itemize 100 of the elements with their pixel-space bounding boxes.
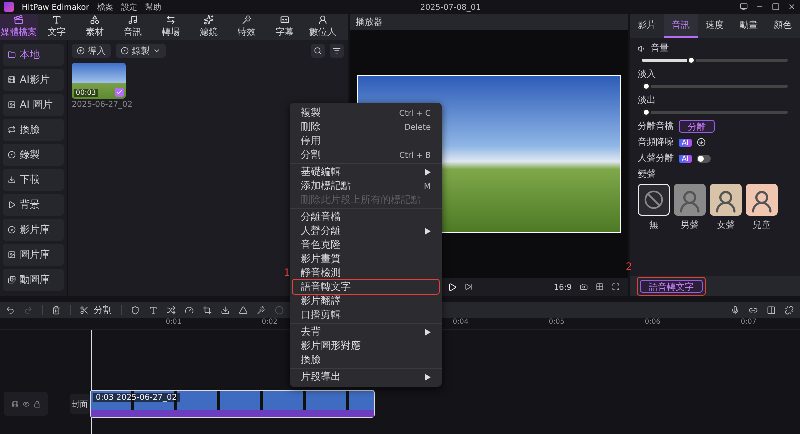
play-icon: [8, 201, 16, 209]
inspector-tab[interactable]: 速度: [698, 14, 732, 38]
inspector-tab[interactable]: 動畫: [732, 14, 766, 38]
eye-icon[interactable]: [22, 400, 30, 408]
wand-icon[interactable]: [257, 306, 266, 314]
search-button[interactable]: [311, 44, 325, 58]
menu-item[interactable]: 刪除 Delete: [293, 120, 439, 134]
caret-icon: [153, 47, 161, 55]
speech-to-text-button[interactable]: 語音轉文字: [640, 280, 703, 292]
trash-icon[interactable]: [52, 306, 61, 314]
menu-item[interactable]: 影片翻譯: [293, 294, 439, 308]
toolbar-tab[interactable]: 文字: [38, 14, 76, 40]
menu-item[interactable]: 去背: [293, 325, 439, 339]
menu-item[interactable]: 幫助: [145, 2, 162, 12]
lock-icon[interactable]: [34, 400, 40, 408]
shield-icon[interactable]: [131, 306, 140, 314]
sidebar-item[interactable]: 圖片庫: [3, 244, 64, 266]
camera-icon[interactable]: [580, 283, 588, 291]
setting-label: 分離音檔: [638, 120, 674, 133]
voice-option[interactable]: [638, 184, 670, 216]
menu-item[interactable]: 影片畫質: [293, 252, 439, 266]
section-label: 變聲: [638, 168, 657, 181]
split-label[interactable]: 分割: [94, 304, 112, 316]
music-icon: [128, 15, 138, 25]
menu-item[interactable]: 片段導出: [293, 370, 439, 384]
grid-icon[interactable]: [596, 283, 604, 291]
menu-item[interactable]: 語音轉文字: [293, 280, 439, 294]
menu-item[interactable]: 添加標記點 M: [293, 179, 439, 193]
aspect-ratio-dropdown[interactable]: 16:9: [554, 282, 572, 292]
menu-item[interactable]: 基礎編輯: [293, 165, 439, 179]
sidebar-item[interactable]: AI影片: [3, 69, 64, 91]
slider-handle[interactable]: [642, 108, 651, 117]
menu-item[interactable]: 靜音檢測: [293, 266, 439, 280]
shuffle-icon[interactable]: [167, 306, 176, 314]
inspector-tab[interactable]: 顏色: [766, 14, 800, 38]
slider-track[interactable]: [642, 82, 788, 91]
slider-handle[interactable]: [642, 82, 651, 91]
sidebar-item[interactable]: 背景: [3, 194, 64, 216]
sparkles-icon: [204, 15, 214, 25]
filter-button[interactable]: [330, 44, 344, 58]
film-icon[interactable]: [12, 400, 18, 408]
monitor-icon[interactable]: [740, 3, 748, 11]
toolbar-tab[interactable]: 字幕: [266, 14, 304, 40]
wand-icon: [242, 15, 252, 25]
slider-handle[interactable]: [687, 56, 696, 65]
toolbar-tab[interactable]: 轉場: [152, 14, 190, 40]
unlink-icon[interactable]: [785, 306, 794, 314]
columns-icon[interactable]: [767, 306, 776, 314]
microphone-icon[interactable]: [731, 306, 740, 314]
scissors-icon[interactable]: [80, 306, 89, 314]
toolbar-tab[interactable]: 數位人: [304, 14, 342, 40]
menu-item[interactable]: 複製 Ctrl + C: [293, 106, 439, 120]
slider-track[interactable]: [642, 108, 788, 117]
menu-item[interactable]: 人聲分離: [293, 224, 439, 238]
menu-item[interactable]: 換臉: [293, 353, 439, 367]
cover-button[interactable]: 封面: [70, 394, 90, 414]
maximize-icon[interactable]: [772, 3, 780, 11]
toolbar-tab[interactable]: 媒體檔案: [0, 14, 38, 40]
sidebar-item[interactable]: AI 圖片: [3, 94, 64, 116]
sidebar-item[interactable]: 動圖庫: [3, 269, 64, 291]
play-icon[interactable]: [448, 282, 457, 292]
toolbar-tab[interactable]: 濾鏡: [190, 14, 228, 40]
crop-icon[interactable]: [203, 306, 212, 314]
menu-item[interactable]: 停用: [293, 134, 439, 148]
list-icon: [333, 47, 341, 55]
menu-item[interactable]: 分割 Ctrl + B: [293, 148, 439, 162]
sidebar-item[interactable]: 下載: [3, 169, 64, 191]
undo-icon[interactable]: [6, 306, 15, 314]
record-button[interactable]: 錄製: [116, 44, 166, 58]
menu-item[interactable]: 口播剪輯: [293, 308, 439, 322]
toolbar-tab[interactable]: 特效: [228, 14, 266, 40]
clip-checkbox[interactable]: [115, 88, 124, 97]
toggle-switch[interactable]: [696, 154, 711, 162]
menu-item[interactable]: 影片圖形對應: [293, 339, 439, 353]
gauge-icon[interactable]: [185, 306, 194, 314]
text-icon[interactable]: [149, 306, 158, 314]
menu-item[interactable]: 設定: [121, 2, 138, 12]
slider-track[interactable]: [642, 56, 788, 65]
sidebar-item[interactable]: 本地: [3, 44, 64, 66]
link-icon[interactable]: [749, 306, 758, 314]
check-icon: [116, 89, 123, 96]
inspector-tab[interactable]: 音訊: [664, 14, 698, 38]
download-icon[interactable]: [221, 306, 230, 314]
inspector-tab[interactable]: 影片: [630, 14, 664, 38]
sidebar-item[interactable]: 錄製: [3, 144, 64, 166]
download-icon[interactable]: [696, 138, 706, 147]
fullscreen-icon[interactable]: [612, 283, 620, 291]
sidebar-item[interactable]: 換臉: [3, 119, 64, 141]
triangle-icon[interactable]: [239, 306, 248, 314]
next-icon[interactable]: [464, 283, 473, 291]
import-button[interactable]: 導入: [72, 44, 111, 58]
toolbar-tab[interactable]: 素材: [76, 14, 114, 40]
menu-item[interactable]: 音色克隆: [293, 238, 439, 252]
sidebar-item[interactable]: 影片庫: [3, 219, 64, 241]
menu-item[interactable]: 分離音檔: [293, 210, 439, 224]
menu-item[interactable]: 檔案: [97, 2, 114, 12]
toolbar-tab[interactable]: 音訊: [114, 14, 152, 40]
separate-button[interactable]: 分離: [679, 120, 715, 133]
video-clip[interactable]: 0:03 2025-06-27_02: [90, 390, 375, 418]
close-icon[interactable]: [788, 3, 796, 11]
